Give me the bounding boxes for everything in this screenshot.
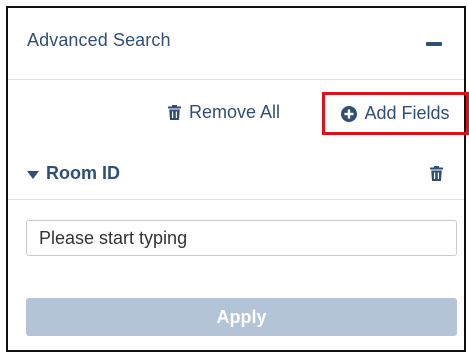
apply-button[interactable]: Apply [26, 298, 457, 336]
advanced-search-panel: Advanced Search Remove All Add Fields Ro… [6, 6, 469, 352]
field-label: Room ID [46, 163, 120, 183]
remove-all-button[interactable]: Remove All [168, 102, 280, 123]
room-id-input[interactable] [26, 220, 457, 256]
trash-icon [168, 105, 181, 120]
add-fields-label: Add Fields [364, 103, 450, 123]
add-fields-button[interactable]: Add Fields [322, 92, 469, 135]
trash-icon[interactable] [430, 166, 443, 186]
panel-header: Advanced Search [8, 8, 464, 80]
field-header-room-id: Room ID [8, 150, 464, 200]
remove-all-label: Remove All [189, 102, 281, 122]
minus-icon[interactable] [426, 42, 442, 46]
caret-down-icon[interactable] [27, 167, 39, 185]
panel-title: Advanced Search [27, 30, 171, 50]
plus-circle-icon [341, 105, 358, 122]
actions-row: Remove All Add Fields [8, 80, 469, 150]
